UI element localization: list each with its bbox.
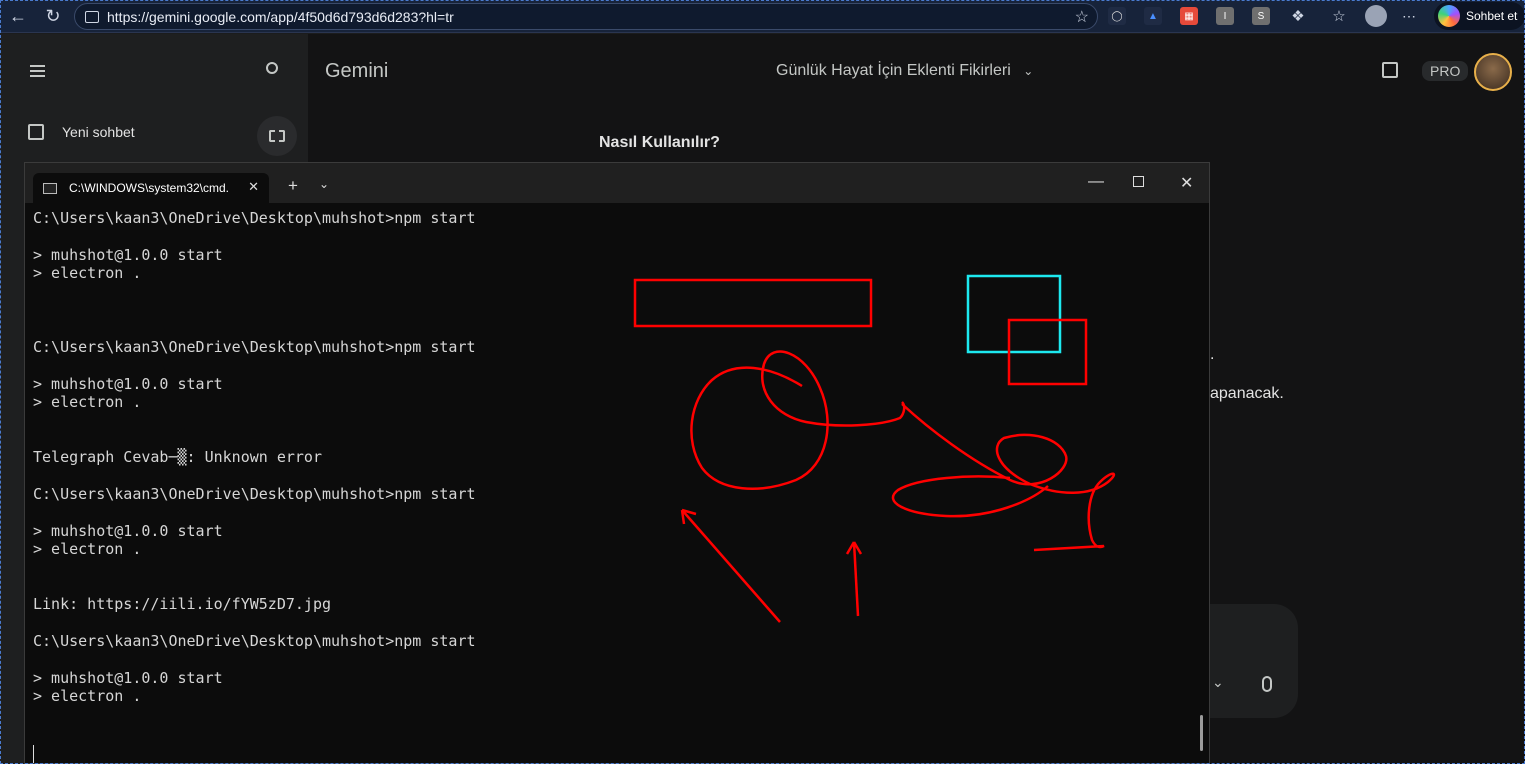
tab-dropdown-icon[interactable]: ⌄ (319, 177, 329, 191)
section-heading: Nasıl Kullanılır? (599, 134, 720, 151)
text-cursor (33, 745, 34, 763)
trash-icon[interactable] (1382, 62, 1398, 78)
browser-toolbar: ← ↻ https://gemini.google.com/app/4f50d6… (0, 0, 1525, 33)
terminal-line: > electron . (33, 687, 142, 706)
new-chat-button[interactable]: Yeni sohbet (28, 124, 135, 140)
more-menu-icon[interactable]: ⋯ (1400, 7, 1418, 25)
hamburger-menu-icon[interactable] (30, 65, 45, 77)
site-info-icon[interactable] (85, 10, 99, 23)
chevron-down-icon: ⌄ (1023, 64, 1034, 78)
glasses-icon[interactable]: ◯ (1108, 7, 1126, 25)
terminal-line: Telegraph Cevab─▒: Unknown error (33, 448, 322, 467)
copilot-button[interactable]: Sohbet et (1434, 2, 1525, 30)
terminal-line: > electron . (33, 392, 142, 411)
close-icon[interactable]: ✕ (1180, 173, 1193, 193)
close-tab-icon[interactable]: ✕ (248, 179, 259, 195)
url-text: https://gemini.google.com/app/4f50d6d793… (107, 8, 454, 25)
back-icon[interactable]: ← (2, 0, 34, 32)
maximize-icon[interactable] (1133, 176, 1144, 187)
terminal-window: C:\WINDOWS\system32\cmd. ✕ + ⌄ — ✕ C:\Us… (24, 162, 1210, 764)
new-tab-icon[interactable]: + (288, 176, 298, 196)
s-ext-icon[interactable]: S (1252, 7, 1270, 25)
extension-3-icon[interactable]: ▲ (1144, 7, 1162, 25)
terminal-output[interactable]: C:\Users\kaan3\OneDrive\Desktop\muhshot>… (33, 209, 1203, 706)
edit-icon (28, 124, 44, 140)
copilot-icon (1438, 5, 1460, 27)
reload-icon[interactable]: ↻ (37, 0, 69, 32)
terminal-tab-title: C:\WINDOWS\system32\cmd. (69, 181, 230, 195)
cmd-icon (43, 182, 57, 194)
address-bar[interactable]: https://gemini.google.com/app/4f50d6d793… (74, 3, 1098, 30)
response-fragment-1: . (1210, 346, 1215, 363)
pro-badge: PRO (1422, 61, 1469, 81)
terminal-line: C:\Users\kaan3\OneDrive\Desktop\muhshot>… (33, 209, 476, 227)
app-title: Gemini (325, 60, 389, 82)
favorites-icon[interactable]: ☆ (1330, 7, 1348, 25)
new-chat-label: Yeni sohbet (62, 124, 135, 140)
response-fragment-2: apanacak. (1210, 385, 1284, 402)
terminal-line: > muhshot@1.0.0 start (33, 245, 223, 264)
avatar[interactable] (1474, 53, 1512, 91)
i-ext-icon[interactable]: I (1216, 7, 1234, 25)
bookmark-star-icon[interactable]: ☆ (1075, 7, 1089, 27)
terminal-line: Link: https://iili.io/fYW5zD7.jpg (33, 595, 332, 614)
terminal-tabbar: C:\WINDOWS\system32\cmd. ✕ + ⌄ — ✕ (25, 163, 1209, 203)
chevron-down-icon[interactable]: ⌄ (1212, 674, 1224, 691)
terminal-line: > muhshot@1.0.0 start (33, 374, 223, 393)
calendar-ext-icon[interactable]: ▦ (1180, 7, 1198, 25)
temporary-chat-icon[interactable] (257, 116, 297, 156)
search-icon[interactable] (266, 62, 278, 74)
scrollbar[interactable] (1200, 715, 1203, 751)
conversation-title[interactable]: Günlük Hayat İçin Eklenti Fikirleri ⌄ (776, 62, 1033, 80)
terminal-line: C:\Users\kaan3\OneDrive\Desktop\muhshot>… (33, 631, 476, 650)
terminal-line: > muhshot@1.0.0 start (33, 668, 223, 687)
terminal-tab[interactable]: C:\WINDOWS\system32\cmd. ✕ (33, 173, 269, 203)
terminal-line: C:\Users\kaan3\OneDrive\Desktop\muhshot>… (33, 337, 476, 356)
extensions-puzzle-icon[interactable]: ❖ (1289, 7, 1307, 25)
profile-icon[interactable] (1365, 5, 1387, 27)
microphone-icon[interactable] (1262, 676, 1272, 692)
conversation-title-text: Günlük Hayat İçin Eklenti Fikirleri (776, 62, 1011, 79)
terminal-line: > electron . (33, 264, 142, 283)
minimize-icon[interactable]: — (1088, 173, 1104, 191)
copilot-label: Sohbet et (1466, 9, 1518, 23)
terminal-line: C:\Users\kaan3\OneDrive\Desktop\muhshot>… (33, 484, 476, 503)
terminal-line: > electron . (33, 540, 142, 559)
terminal-line: > muhshot@1.0.0 start (33, 521, 223, 540)
